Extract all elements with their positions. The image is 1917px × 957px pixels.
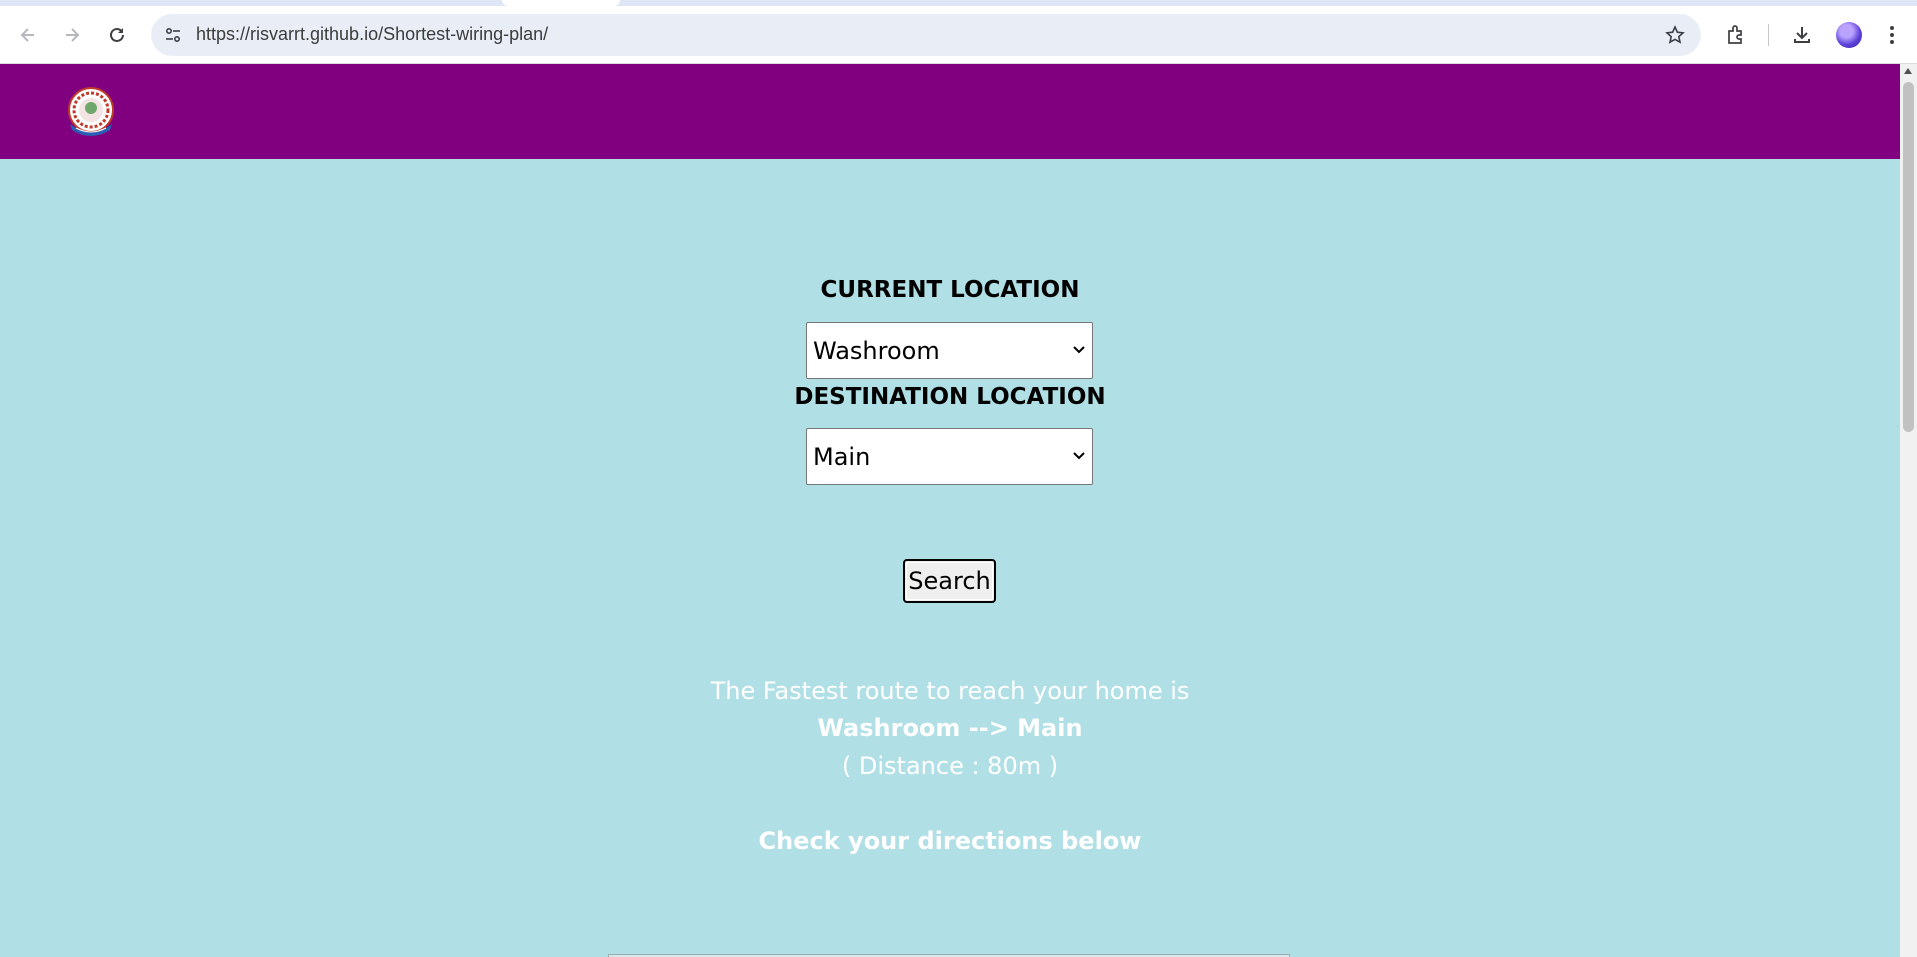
site-header [0, 64, 1900, 159]
address-bar[interactable]: https://risvarrt.github.io/Shortest-wiri… [151, 14, 1701, 56]
site-info-icon[interactable] [161, 23, 185, 47]
destination-location-select[interactable]: Main [806, 428, 1093, 485]
scrollbar-thumb[interactable] [1903, 82, 1914, 432]
chevron-down-icon [1073, 452, 1085, 460]
toolbar-divider [1768, 24, 1769, 46]
college-emblem-logo[interactable] [62, 86, 120, 140]
back-arrow-icon [20, 28, 34, 42]
result-intro-text: The Fastest route to reach your home is [710, 677, 1190, 705]
browser-toolbar: https://risvarrt.github.io/Shortest-wiri… [0, 0, 1917, 64]
current-location-select[interactable]: Washroom [806, 322, 1093, 379]
chevron-down-icon [1073, 346, 1085, 354]
page-content: CURRENT LOCATION Washroom DESTINATION LO… [0, 64, 1900, 957]
tab-strip [0, 0, 1917, 6]
downloads-icon[interactable] [1784, 17, 1820, 53]
distance-text: ( Distance : 80m ) [841, 752, 1059, 780]
current-location-label: CURRENT LOCATION [820, 277, 1080, 303]
bookmark-star-icon[interactable] [1663, 23, 1687, 47]
extensions-icon[interactable] [1718, 17, 1754, 53]
destination-location-label: DESTINATION LOCATION [794, 384, 1106, 410]
destination-location-value: Main [813, 442, 871, 471]
url-text[interactable]: https://risvarrt.github.io/Shortest-wiri… [196, 24, 548, 45]
directions-heading: Check your directions below [758, 827, 1142, 855]
browser-menu-icon[interactable] [1874, 17, 1910, 53]
forward-button[interactable] [54, 17, 90, 53]
active-tab-edge[interactable] [502, 0, 620, 6]
back-button[interactable] [10, 17, 46, 53]
profile-avatar[interactable] [1836, 22, 1862, 48]
forward-arrow-icon [66, 28, 80, 42]
route-text: Washroom --> Main [817, 714, 1083, 742]
reload-button[interactable] [99, 17, 135, 53]
search-button[interactable]: Search [903, 559, 996, 603]
current-location-value: Washroom [813, 336, 940, 365]
reload-icon [110, 27, 124, 42]
page-scrollbar[interactable] [1900, 64, 1917, 957]
scroll-up-arrow-icon[interactable] [1904, 68, 1912, 74]
